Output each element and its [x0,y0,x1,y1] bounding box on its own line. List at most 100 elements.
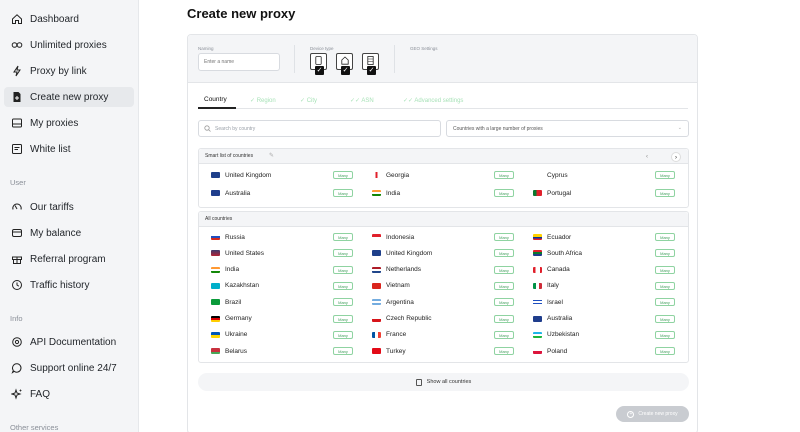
country-name: Brazil [225,298,242,306]
tab-advanced-settings[interactable]: ✓✓ Advanced settings [403,97,463,104]
pencil-icon[interactable]: ✎ [269,152,274,159]
sidebar-item-referral-program[interactable]: Referral program [10,249,134,269]
sidebar-item-label: Dashboard [30,13,79,25]
country-search-input[interactable]: Search by country [198,120,441,137]
bolt-icon [10,64,24,78]
country-item-italy[interactable]: Italy [533,281,559,291]
sidebar-item-dashboard[interactable]: Dashboard [10,9,134,29]
country-item-united-kingdom[interactable]: United Kingdom [211,170,271,180]
country-item-united-kingdom[interactable]: United Kingdom [372,248,432,258]
country-item-cyprus[interactable]: Cyprus [533,170,568,180]
country-name: Czech Republic [386,315,432,322]
country-item-netherlands[interactable]: Netherlands [372,265,421,275]
country-item-south-africa[interactable]: South Africa [533,248,582,258]
sidebar-item-proxy-by-link[interactable]: Proxy by link [10,61,134,81]
country-item-india[interactable]: India [211,265,239,275]
flag-icon [533,282,542,289]
country-item-canada[interactable]: Canada [533,265,570,275]
tab-region[interactable]: ✓ Region [250,97,276,104]
country-name: South Africa [547,249,583,257]
country-name: Cyprus [547,171,568,179]
device-datacenter-toggle[interactable]: ✓ [362,53,379,75]
tab-city[interactable]: ✓ City [300,97,317,104]
country-name: Indonesia [386,233,415,241]
naming-input[interactable] [198,53,280,71]
home-icon [340,56,349,65]
country-item-brazil[interactable]: Brazil [211,297,241,307]
country-item-georgia[interactable]: Georgia [372,170,409,180]
country-item-france[interactable]: France [372,330,406,340]
country-item-ecuador[interactable]: Ecuador [533,232,571,242]
device-mobile-toggle[interactable]: ✓ [310,53,327,75]
flag-icon [211,250,220,257]
country-item-germany[interactable]: Germany [211,314,252,324]
search-placeholder: Search by country [215,125,256,132]
sidebar-item-label: Our tariffs [30,201,74,213]
device-residential-toggle[interactable]: ✓ [336,53,353,75]
checkmark-icon: ✓ [367,66,376,75]
sidebar-item-our-tariffs[interactable]: Our tariffs [10,197,134,217]
flag-icon [372,190,381,196]
next-page-button[interactable]: › [671,152,681,162]
country-item-ukraine[interactable]: Ukraine [211,330,247,340]
flag-icon [372,348,381,355]
country-name: Ecuador [547,233,572,241]
active-tab-indicator [198,107,236,109]
mobile-icon [315,56,322,65]
country-filter-select[interactable]: Countries with a large number of proxies… [446,120,689,137]
sidebar-item-label: White list [30,143,71,155]
main-content: Create new proxy Naming Device type ✓ ✓ … [139,0,800,432]
flag-icon [211,190,220,196]
country-item-belarus[interactable]: Belarus [211,346,247,356]
country-item-kazakhstan[interactable]: Kazakhstan [211,281,259,291]
wallet-icon [10,226,24,240]
sidebar-item-unlimited-proxies[interactable]: Unlimited proxies [10,35,134,55]
tab-country[interactable]: Country [204,96,227,103]
sidebar-item-white-list[interactable]: White list [10,139,134,159]
country-name: Turkey [386,347,406,355]
flag-icon [372,234,381,240]
all-countries-panel: All countries Russia Many Indonesia Many Ecu… [198,211,689,363]
sidebar-item-faq[interactable]: FAQ [10,384,134,404]
country-item-indonesia[interactable]: Indonesia [372,232,414,242]
smart-list-panel: Smart list of countries ✎ ‹ › United Kin… [198,148,689,208]
sidebar-item-create-new-proxy[interactable]: Create new proxy [4,87,134,107]
sidebar-item-my-proxies[interactable]: My proxies [10,113,134,133]
sidebar-item-support[interactable]: Support online 24/7 [10,358,134,378]
availability-badge: Many [655,171,675,179]
country-item-israel[interactable]: Israel [533,297,563,307]
page-title: Create new proxy [187,6,296,21]
create-new-proxy-button[interactable]: + Create new proxy [616,406,689,422]
sidebar-item-label: Traffic history [30,279,90,291]
tab-asn[interactable]: ✓✓ ASN [350,97,374,104]
flag-icon [372,266,381,273]
country-item-argentina[interactable]: Argentina [372,297,414,307]
country-item-united-states[interactable]: United States [211,248,264,258]
prev-page-button[interactable]: ‹ [642,152,652,162]
country-name: Australia [225,189,251,197]
country-item-poland[interactable]: Poland [533,346,567,356]
country-item-russia[interactable]: Russia [211,232,245,242]
flag-icon [533,299,542,306]
country-item-czech-republic[interactable]: Czech Republic [372,314,432,324]
country-item-india[interactable]: India [372,188,400,198]
drive-icon [10,116,24,130]
availability-badge: Many [333,249,353,258]
sidebar-item-my-balance[interactable]: My balance [10,223,134,243]
availability-badge: Many [494,298,514,307]
show-all-countries-button[interactable]: Show all countries [198,373,689,391]
country-name: France [386,331,407,339]
country-item-turkey[interactable]: Turkey [372,346,406,356]
country-item-australia[interactable]: Australia [211,188,250,198]
naming-label: Naming [198,46,214,51]
flag-icon [533,266,542,273]
country-item-uzbekistan[interactable]: Uzbekistan [533,330,579,340]
flag-icon [211,282,220,289]
country-item-australia[interactable]: Australia [533,314,572,324]
infinity-icon [10,38,24,52]
sidebar-item-api-documentation[interactable]: API Documentation [10,332,134,352]
availability-badge: Many [655,265,675,274]
country-item-vietnam[interactable]: Vietnam [372,281,410,291]
sidebar-item-traffic-history[interactable]: Traffic history [10,275,134,295]
country-item-portugal[interactable]: Portugal [533,188,571,198]
